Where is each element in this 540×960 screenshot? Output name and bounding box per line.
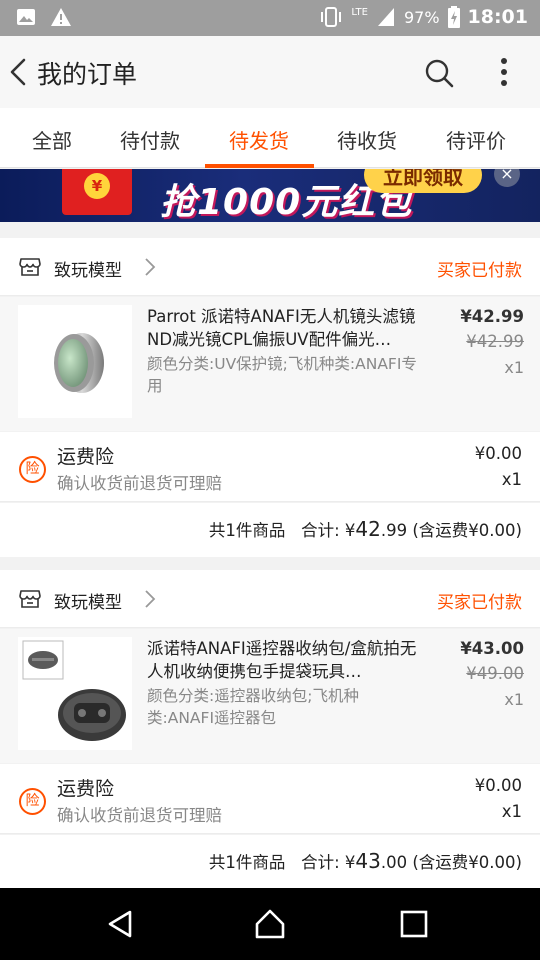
uv-filter-image: [54, 333, 104, 393]
tab-pending-shipment[interactable]: 待发货: [209, 125, 309, 154]
tab-pending-payment[interactable]: 待付款: [100, 125, 200, 154]
controller-case-image: [22, 640, 126, 741]
system-nav-bar: [0, 888, 540, 960]
product-price: ¥43.00: [460, 639, 524, 658]
order-total: 共1件商品 合计: ¥42.99 (含运费¥0.00): [209, 517, 522, 541]
order-status: 买家已付款: [437, 261, 522, 281]
shipping-fee: (含运费¥0.00): [412, 521, 522, 540]
insurance-desc: 确认收货前退货可理赔: [57, 806, 222, 825]
promo-banner[interactable]: ¥ 抢1000元红包 立即领取 ×: [0, 169, 540, 222]
product-thumbnail[interactable]: [18, 637, 132, 750]
total-amount-decimal: .00: [380, 853, 408, 872]
shipping-insurance: 险 运费险 确认收货前退货可理赔 ¥0.00 x1: [0, 432, 540, 502]
product-quantity: x1: [504, 690, 524, 709]
search-icon[interactable]: [424, 58, 454, 88]
shop-icon: [19, 258, 41, 276]
order-total: 共1件商品 合计: ¥43.00 (含运费¥0.00): [209, 849, 522, 873]
insurance-icon: 险: [19, 456, 46, 483]
image-icon: [17, 9, 35, 25]
currency-symbol: ¥: [344, 521, 356, 540]
network-type: LTE: [351, 6, 368, 18]
product-sku: 颜色分类:UV保护镜;飞机种类:ANAFI专用: [147, 355, 417, 395]
insurance-title: 运费险: [57, 778, 115, 800]
page-title: 我的订单: [37, 60, 138, 89]
shop-header[interactable]: 致玩模型 买家已付款: [0, 570, 540, 628]
product-original-price: ¥42.99: [466, 332, 524, 351]
nav-recents-icon[interactable]: [398, 908, 430, 940]
insurance-title: 运费险: [57, 446, 115, 468]
total-amount-decimal: .99: [380, 521, 408, 540]
product-sku: 颜色分类:遥控器收纳包;飞机种类:ANAFI遥控器包: [147, 687, 359, 727]
battery-icon: [447, 6, 460, 28]
shop-name[interactable]: 致玩模型: [54, 588, 122, 613]
insurance-quantity: x1: [501, 470, 522, 489]
product-price: ¥42.99: [460, 307, 524, 326]
shop-header[interactable]: 致玩模型 买家已付款: [0, 238, 540, 296]
item-count: 共1件商品: [208, 521, 286, 540]
active-tab-indicator: [205, 164, 314, 168]
product-thumbnail[interactable]: [18, 305, 132, 418]
battery-percent: 97%: [403, 7, 440, 27]
total-label: 合计:: [301, 853, 340, 872]
total-label: 合计:: [301, 521, 340, 540]
order-tabs: 全部 待付款 待发货 待收货 待评价: [0, 108, 540, 168]
product-title[interactable]: 派诺特ANAFI遥控器收纳包/盒航拍无人机收纳便携包手提袋玩具…: [147, 637, 425, 683]
coin-icon: ¥: [84, 173, 110, 199]
product-title[interactable]: Parrot 派诺特ANAFI无人机镜头滤镜ND减光镜CPL偏振UV配件偏光…: [147, 305, 425, 351]
shop-name[interactable]: 致玩模型: [54, 256, 122, 281]
shipping-insurance: 险 运费险 确认收货前退货可理赔 ¥0.00 x1: [0, 764, 540, 834]
app-bar: 我的订单: [0, 36, 540, 108]
item-count: 共1件商品: [208, 853, 286, 872]
close-icon[interactable]: ×: [494, 169, 520, 187]
tab-all[interactable]: 全部: [2, 125, 102, 154]
product-quantity: x1: [504, 358, 524, 377]
claim-button[interactable]: 立即领取: [364, 169, 482, 193]
total-amount-integer: 42: [355, 517, 381, 541]
back-icon[interactable]: [6, 56, 30, 88]
currency-symbol: ¥: [344, 853, 356, 872]
signal-icon: [377, 8, 394, 26]
shipping-fee: (含运费¥0.00): [412, 853, 522, 872]
insurance-price: ¥0.00: [474, 444, 522, 463]
insurance-price: ¥0.00: [474, 776, 522, 795]
order-item[interactable]: 派诺特ANAFI遥控器收纳包/盒航拍无人机收纳便携包手提袋玩具… 颜色分类:遥控…: [0, 629, 540, 763]
order-item[interactable]: Parrot 派诺特ANAFI无人机镜头滤镜ND减光镜CPL偏振UV配件偏光… …: [0, 297, 540, 431]
tab-pending-review[interactable]: 待评价: [426, 125, 526, 154]
status-bar: LTE 97% 18:01: [0, 0, 540, 36]
insurance-quantity: x1: [501, 802, 522, 821]
insurance-desc: 确认收货前退货可理赔: [57, 474, 222, 493]
warning-icon: [51, 8, 71, 26]
product-original-price: ¥49.00: [466, 664, 524, 683]
nav-home-icon[interactable]: [254, 908, 286, 940]
insurance-icon: 险: [19, 788, 46, 815]
nav-back-icon[interactable]: [104, 908, 136, 940]
total-amount-integer: 43: [355, 849, 381, 873]
order-status: 买家已付款: [437, 593, 522, 613]
more-icon[interactable]: [494, 56, 514, 88]
order-summary: 共1件商品 合计: ¥43.00 (含运费¥0.00): [0, 835, 540, 889]
chevron-right-icon[interactable]: [144, 589, 156, 609]
chevron-right-icon[interactable]: [144, 257, 156, 277]
vibrate-icon: [321, 7, 342, 27]
order-summary: 共1件商品 合计: ¥42.99 (含运费¥0.00): [0, 503, 540, 557]
clock: 18:01: [467, 6, 528, 28]
tab-pending-receipt[interactable]: 待收货: [317, 125, 417, 154]
shop-icon: [19, 590, 41, 608]
